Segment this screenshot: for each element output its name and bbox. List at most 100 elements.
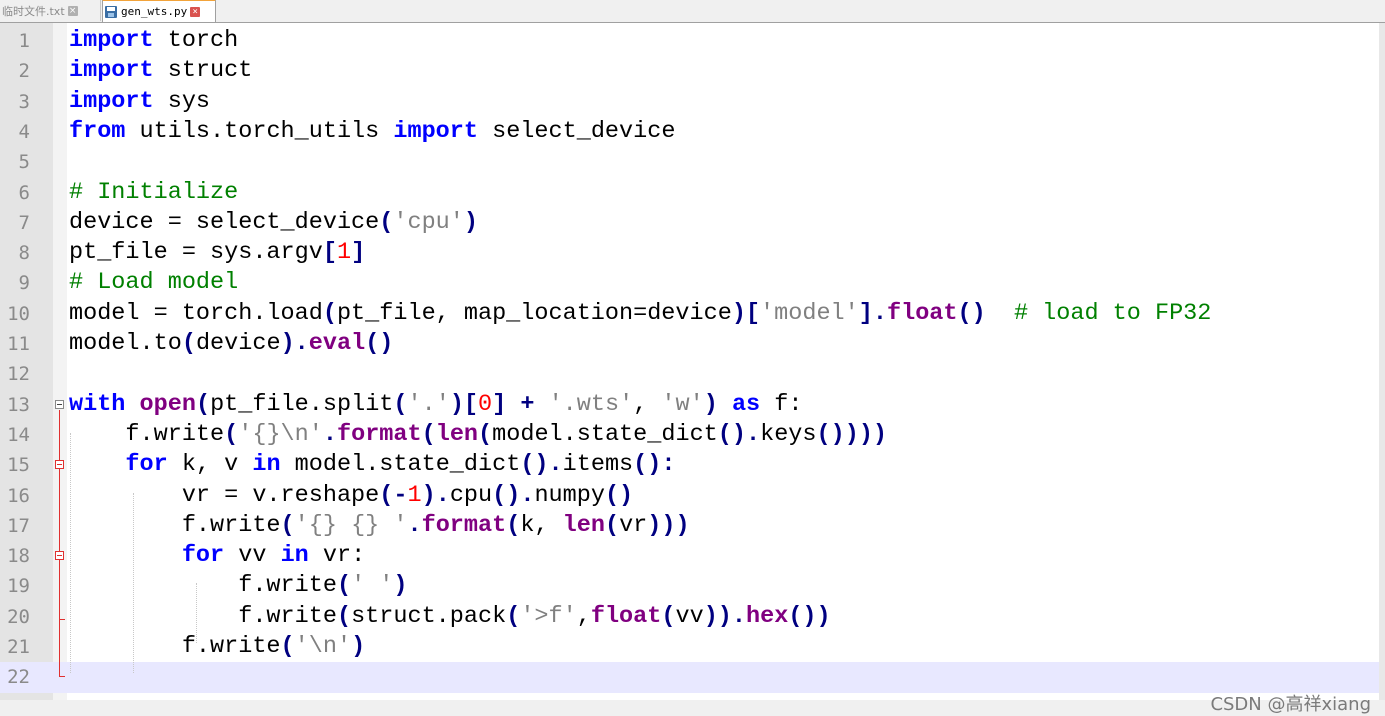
code-line[interactable]: 22: [0, 662, 1385, 693]
tab-temp-file[interactable]: 临时文件.txt ×: [0, 0, 101, 21]
code-token: ): [463, 208, 478, 236]
code-text: with open(pt_file.split('.')[0] + '.wts'…: [69, 390, 802, 420]
code-token: [: [322, 239, 337, 267]
code-token: ().: [717, 420, 761, 448]
line-number: 5: [18, 151, 30, 174]
code-token: # load to FP32: [1013, 299, 1212, 327]
code-line[interactable]: 19 f.write(' '): [0, 571, 1385, 601]
tab-gen-wts[interactable]: gen_wts.py ×: [102, 0, 216, 22]
code-line[interactable]: 17 f.write('{} {} '.format(k, len(vr))): [0, 511, 1385, 541]
code-token: select_device: [478, 117, 676, 145]
code-line[interactable]: 8 pt_file = sys.argv[1]: [0, 238, 1385, 268]
fold-collapse-icon[interactable]: [55, 460, 64, 469]
code-token: model.to: [69, 330, 182, 357]
line-number: 12: [7, 363, 30, 386]
fold-line: [59, 410, 60, 676]
code-token: ] +: [492, 390, 549, 418]
code-token: (: [604, 511, 620, 539]
indent-guide: [133, 493, 134, 673]
code-line[interactable]: 4 from utils.torch_utils import select_de…: [0, 117, 1385, 147]
code-token: (: [224, 420, 239, 448]
code-token: )[: [449, 390, 479, 418]
code-text: device = select_device('cpu'): [69, 208, 478, 238]
code-text: import sys: [69, 87, 210, 117]
code-token: (: [379, 208, 394, 236]
code-token: hex: [746, 602, 789, 630]
code-line[interactable]: 9 # Load model: [0, 268, 1385, 298]
code-token: vv: [224, 542, 281, 570]
code-token: (: [336, 602, 352, 630]
code-token: for: [181, 542, 225, 570]
code-token: ): [393, 572, 408, 600]
code-token: ' ': [351, 572, 394, 600]
code-editor[interactable]: 1 import torch 2 import struct 3 import sys 4 f…: [0, 23, 1385, 715]
code-token: ()))): [816, 420, 888, 448]
code-token: '{}\n': [238, 420, 323, 448]
code-line[interactable]: 21 f.write('\n'): [0, 632, 1385, 662]
line-number: 10: [7, 302, 30, 325]
line-number: 2: [18, 60, 30, 83]
code-token: 'w': [661, 390, 704, 418]
code-token: )).: [703, 602, 746, 630]
code-text: pt_file = sys.argv[1]: [69, 238, 365, 268]
code-line[interactable]: 7 device = select_device('cpu'): [0, 208, 1385, 238]
code-line[interactable]: 18 for vv in vr:: [0, 541, 1385, 571]
code-line[interactable]: 16 vr = v.reshape(-1).cpu().numpy(): [0, 481, 1385, 511]
code-line[interactable]: 12: [0, 359, 1385, 389]
code-token: as: [731, 390, 761, 418]
code-token: items: [562, 451, 634, 479]
code-token: (: [195, 390, 211, 418]
fold-collapse-icon[interactable]: [55, 551, 64, 560]
code-token: ))): [647, 511, 690, 539]
code-line[interactable]: 14 f.write('{}\n'.format(len(model.state…: [0, 420, 1385, 450]
close-icon[interactable]: ×: [190, 6, 201, 17]
code-line[interactable]: 6 # Initialize: [0, 178, 1385, 208]
code-token: device: [195, 330, 281, 357]
code-token: ():: [633, 451, 676, 479]
code-text: import torch: [69, 26, 238, 56]
line-number: 8: [18, 242, 30, 265]
line-number: 9: [18, 272, 30, 295]
code-token: struct: [153, 57, 253, 85]
code-token: ().: [520, 451, 563, 479]
code-token: torch: [153, 27, 239, 54]
code-line[interactable]: 15 for k, v in model.state_dict().items(…: [0, 450, 1385, 480]
fold-collapse-icon[interactable]: [55, 400, 64, 409]
code-token: import: [69, 87, 154, 115]
code-line[interactable]: 1 import torch: [0, 26, 1385, 56]
code-token: model = torch.load: [69, 299, 323, 327]
code-text: from utils.torch_utils import select_dev…: [69, 117, 675, 147]
code-line[interactable]: 3 import sys: [0, 87, 1385, 117]
code-token: keys: [760, 420, 817, 448]
code-token: '.wts': [548, 390, 634, 418]
code-token: '.': [407, 390, 450, 418]
code-token: format: [421, 511, 507, 539]
code-text: model = torch.load(pt_file, map_location…: [69, 299, 1211, 329]
code-token: ): [703, 390, 718, 418]
code-token: in: [252, 451, 281, 479]
line-number: 14: [7, 423, 30, 446]
code-token: '\n': [294, 633, 352, 660]
code-line[interactable]: 2 import struct: [0, 56, 1385, 86]
code-token: import: [69, 57, 154, 85]
code-line[interactable]: 20 f.write(struct.pack('>f',float(vv)).h…: [0, 602, 1385, 632]
code-token: ,: [576, 602, 591, 630]
code-token: (): [365, 330, 394, 357]
code-line[interactable]: 11 model.to(device).eval(): [0, 329, 1385, 359]
code-token: model.state_dict: [492, 420, 718, 448]
line-number: 4: [18, 120, 30, 143]
code-token: (: [322, 299, 337, 327]
code-token: 1: [336, 239, 352, 267]
watermark: CSDN @高祥xiang: [1210, 694, 1371, 715]
scrollbar-edge[interactable]: [1379, 23, 1385, 700]
code-line[interactable]: 10 model = torch.load(pt_file, map_locati…: [0, 299, 1385, 329]
code-line[interactable]: 5: [0, 147, 1385, 177]
code-token: import: [69, 27, 154, 54]
code-token: f:: [760, 390, 803, 418]
code-token: (): [604, 481, 634, 509]
close-icon[interactable]: ×: [67, 5, 78, 16]
code-token: vr: [619, 511, 648, 539]
code-line[interactable]: 13 with open(pt_file.split('.')[0] + '.wt…: [0, 390, 1385, 420]
